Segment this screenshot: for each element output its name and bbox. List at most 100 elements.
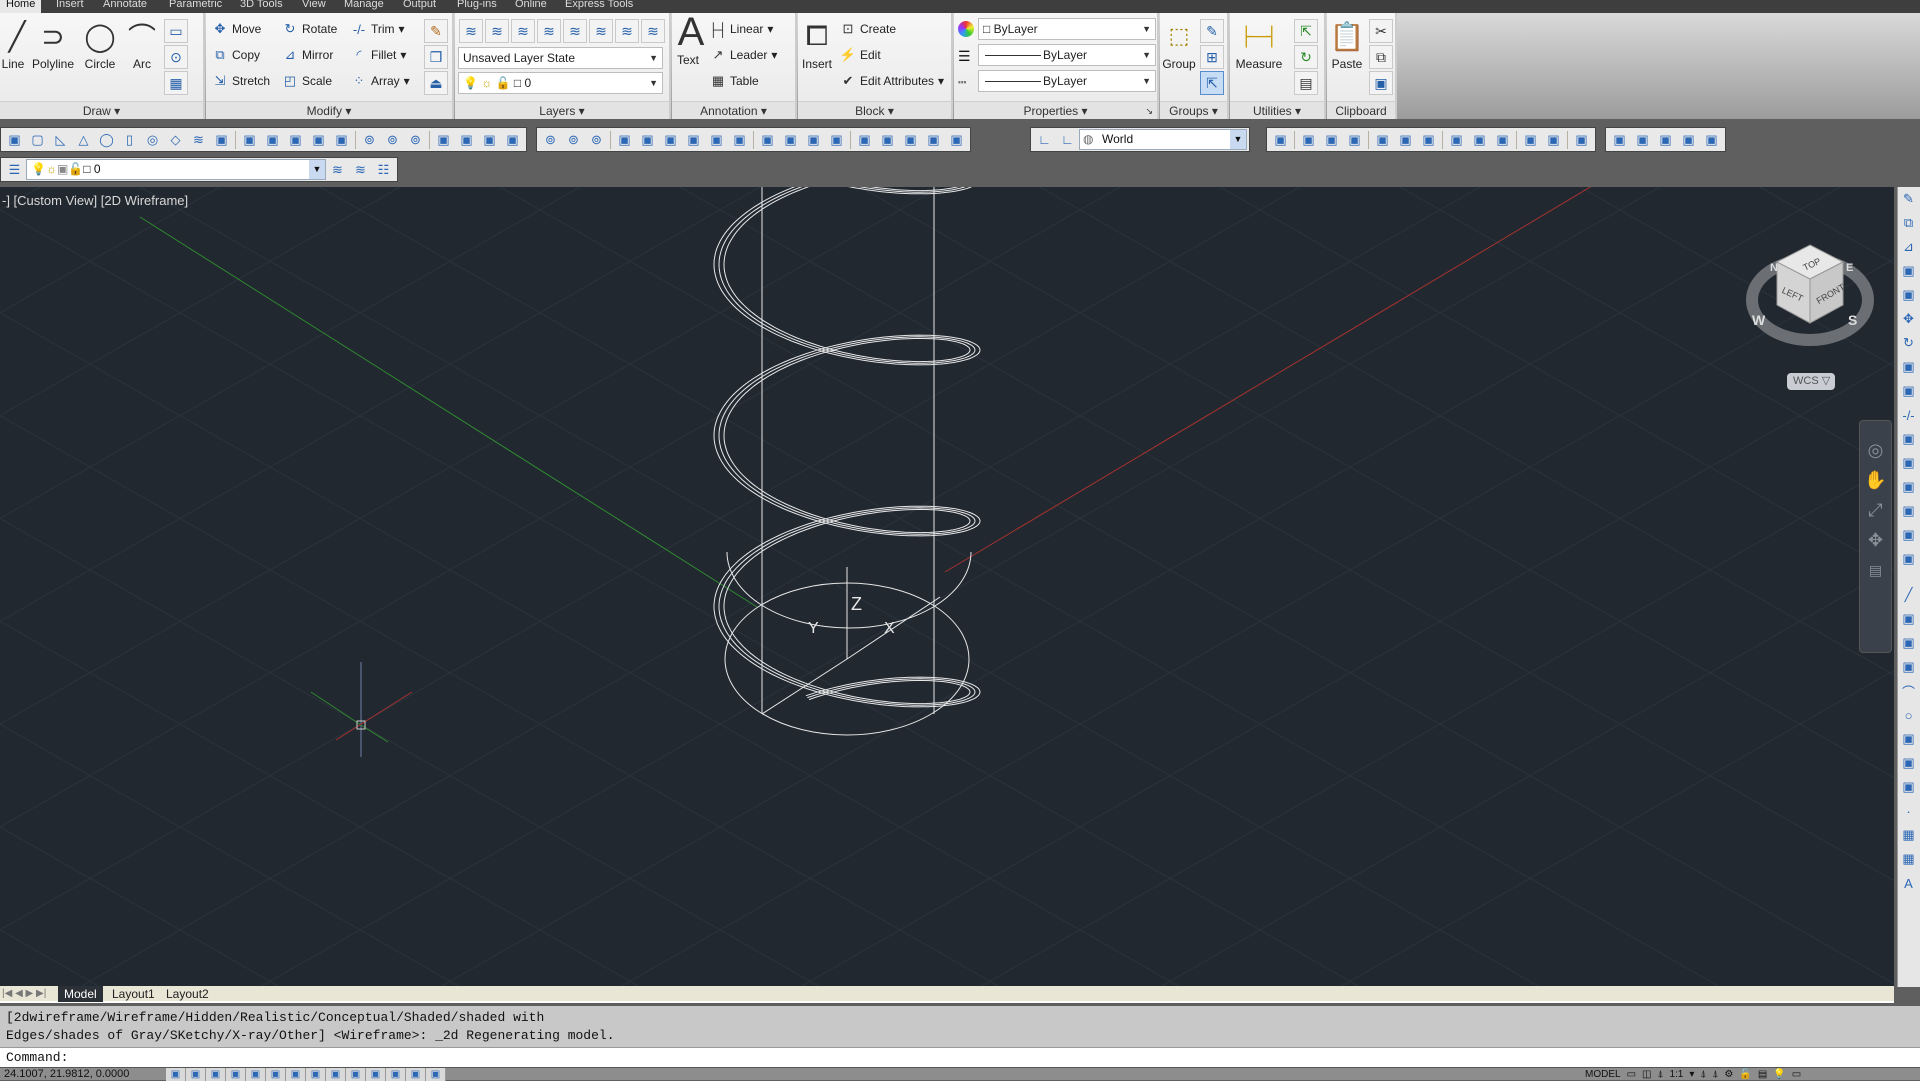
- infer-constraints-icon[interactable]: ▣: [166, 1068, 186, 1081]
- steering-wheel-icon[interactable]: ◎: [1860, 435, 1891, 465]
- ucs-icon[interactable]: ∟: [1033, 129, 1056, 150]
- edit-attributes-button[interactable]: ✔ Edit Attributes ▾: [840, 70, 945, 92]
- insert-button[interactable]: ⧠ Insert: [800, 19, 834, 72]
- area-icon[interactable]: ▣: [1677, 129, 1700, 150]
- subtract-icon[interactable]: ⊚: [381, 129, 404, 150]
- layer-control-dropdown[interactable]: 💡☼▣🔓□ 0 ▼: [26, 159, 326, 180]
- ucs-3point-icon[interactable]: ▣: [1468, 129, 1491, 150]
- layer-previous-icon[interactable]: ≋: [537, 19, 561, 43]
- showmotion-icon[interactable]: ▤: [1860, 555, 1891, 585]
- move-icon[interactable]: ✥: [1898, 307, 1919, 331]
- insert-block-icon[interactable]: ▣: [1898, 775, 1919, 799]
- layer-freeze-icon[interactable]: ≋: [615, 19, 639, 43]
- 3d-align-icon[interactable]: ▣: [478, 129, 501, 150]
- draw-panel-title[interactable]: Draw ▾: [0, 101, 203, 119]
- layer-properties-icon[interactable]: ☰: [3, 159, 26, 180]
- table-icon[interactable]: ▦: [1898, 847, 1919, 871]
- ellipse-icon[interactable]: ▣: [1898, 751, 1919, 775]
- ucs-previous-icon[interactable]: ▣: [1320, 129, 1343, 150]
- match-properties-icon[interactable]: ✎: [424, 19, 448, 43]
- ellipse-icon[interactable]: ⊙: [164, 45, 188, 69]
- radius-icon[interactable]: ▣: [1631, 129, 1654, 150]
- layer-properties-icon[interactable]: ≋: [459, 19, 483, 43]
- wcs-menu[interactable]: WCS ▽: [1787, 373, 1835, 390]
- viewcube[interactable]: TOP LEFT FRONT N E S W: [1740, 227, 1880, 367]
- torus-icon[interactable]: ◎: [141, 129, 164, 150]
- ucs-apply-icon[interactable]: ▣: [1570, 129, 1593, 150]
- cut-icon[interactable]: ✂: [1369, 19, 1393, 43]
- zoom-extents-icon[interactable]: ⤢: [1860, 495, 1891, 525]
- make-current-icon[interactable]: ≋: [326, 159, 349, 180]
- tab-3d-tools[interactable]: 3D Tools: [234, 0, 289, 13]
- rectangle-icon[interactable]: ▣: [1898, 655, 1919, 679]
- annotation-scale[interactable]: 1:1: [1669, 1069, 1683, 1080]
- calculator-icon[interactable]: ▤: [1294, 71, 1318, 95]
- ucs-origin-icon[interactable]: ▣: [1417, 129, 1440, 150]
- helix-icon[interactable]: ≋: [187, 129, 210, 150]
- tab-plug-ins[interactable]: Plug-ins: [451, 0, 503, 13]
- ucs-object-icon[interactable]: ▣: [1371, 129, 1394, 150]
- distance-icon[interactable]: ▣: [1608, 129, 1631, 150]
- utilities-panel-title[interactable]: Utilities ▾: [1230, 101, 1324, 119]
- isolate-objects-icon[interactable]: 💡: [1773, 1069, 1785, 1080]
- color-dropdown[interactable]: □ ByLayer ▼: [978, 18, 1156, 40]
- color-faces-icon[interactable]: ▣: [779, 129, 802, 150]
- angle-icon[interactable]: ▣: [1654, 129, 1677, 150]
- presspull-icon[interactable]: ▣: [261, 129, 284, 150]
- circle-icon[interactable]: ○: [1898, 703, 1919, 727]
- snap-icon[interactable]: ▣: [186, 1068, 206, 1081]
- annotation-visibility-icon[interactable]: ⍋: [1700, 1069, 1706, 1080]
- circle-button[interactable]: ◯ Circle: [80, 19, 120, 72]
- volume-icon[interactable]: ▣: [1700, 129, 1723, 150]
- layer-isolate-icon[interactable]: ≋: [563, 19, 587, 43]
- polyline-button[interactable]: ⊃ Polyline: [32, 19, 74, 72]
- 3d-rotate-icon[interactable]: ▣: [455, 129, 478, 150]
- viewport-controls-label[interactable]: -] [Custom View] [2D Wireframe]: [2, 193, 188, 208]
- lineweight-dropdown[interactable]: ByLayer ▼: [978, 44, 1156, 66]
- select-all-icon[interactable]: ↻: [1294, 45, 1318, 69]
- fillet-icon[interactable]: ▣: [1898, 523, 1919, 547]
- command-line-input[interactable]: Command:: [0, 1047, 1920, 1067]
- 3d-osnap-icon[interactable]: ▣: [286, 1068, 306, 1081]
- extrude-faces-icon[interactable]: ▣: [613, 129, 636, 150]
- quick-properties-icon[interactable]: ▣: [406, 1068, 426, 1081]
- grid-icon[interactable]: ▣: [206, 1068, 226, 1081]
- quick-select-icon[interactable]: ⇱: [1294, 19, 1318, 43]
- ungroup-icon[interactable]: ⊞: [1200, 45, 1224, 69]
- ucs-world-icon[interactable]: ▣: [1297, 129, 1320, 150]
- coordinate-readout[interactable]: 24.1007, 21.9812, 0.0000: [4, 1068, 129, 1081]
- rotate-faces-icon[interactable]: ▣: [705, 129, 728, 150]
- union-icon[interactable]: ⊚: [358, 129, 381, 150]
- toolbar-lock-icon[interactable]: 🔓: [1739, 1069, 1751, 1080]
- sphere-icon[interactable]: ◯: [95, 129, 118, 150]
- hardware-acceleration-icon[interactable]: ▤: [1758, 1069, 1767, 1080]
- spline-icon[interactable]: ▣: [1898, 727, 1919, 751]
- move-faces-icon[interactable]: ▣: [636, 129, 659, 150]
- 3d-array-icon[interactable]: ▣: [501, 129, 524, 150]
- compass-north[interactable]: N: [1770, 262, 1778, 274]
- group-selection-icon[interactable]: ⇱: [1200, 71, 1224, 95]
- tab-home[interactable]: Home: [0, 0, 42, 13]
- wedge-icon[interactable]: ◺: [49, 129, 72, 150]
- tab-online[interactable]: Online: [509, 0, 553, 13]
- chamfer-icon[interactable]: ▣: [1898, 499, 1919, 523]
- line-button[interactable]: ╱ Line: [0, 19, 26, 72]
- 3d-array-icon[interactable]: ❒: [424, 45, 448, 69]
- osnap-icon[interactable]: ▣: [266, 1068, 286, 1081]
- copy-faces-icon[interactable]: ▣: [756, 129, 779, 150]
- ucs-view-icon[interactable]: ▣: [1394, 129, 1417, 150]
- quick-view-drawings-icon[interactable]: ◫: [1642, 1069, 1651, 1080]
- ucs-y-icon[interactable]: ▣: [1519, 129, 1542, 150]
- lineweight-icon[interactable]: ▣: [366, 1068, 386, 1081]
- tab-model[interactable]: Model: [58, 986, 103, 1002]
- block-panel-title[interactable]: Block ▾: [798, 101, 951, 119]
- arc-icon[interactable]: ⌒: [1898, 679, 1919, 703]
- layer-previous-icon[interactable]: ≋: [349, 159, 372, 180]
- compass-west[interactable]: W: [1752, 312, 1766, 328]
- tab-parametric[interactable]: Parametric: [163, 0, 228, 13]
- stretch-button[interactable]: ⇲ Stretch: [212, 70, 270, 92]
- dialog-launcher-icon[interactable]: ↘: [1145, 102, 1153, 120]
- group-button[interactable]: ⬚ Group: [1162, 19, 1196, 71]
- union-icon[interactable]: ⊚: [539, 129, 562, 150]
- check-icon[interactable]: ▣: [945, 129, 968, 150]
